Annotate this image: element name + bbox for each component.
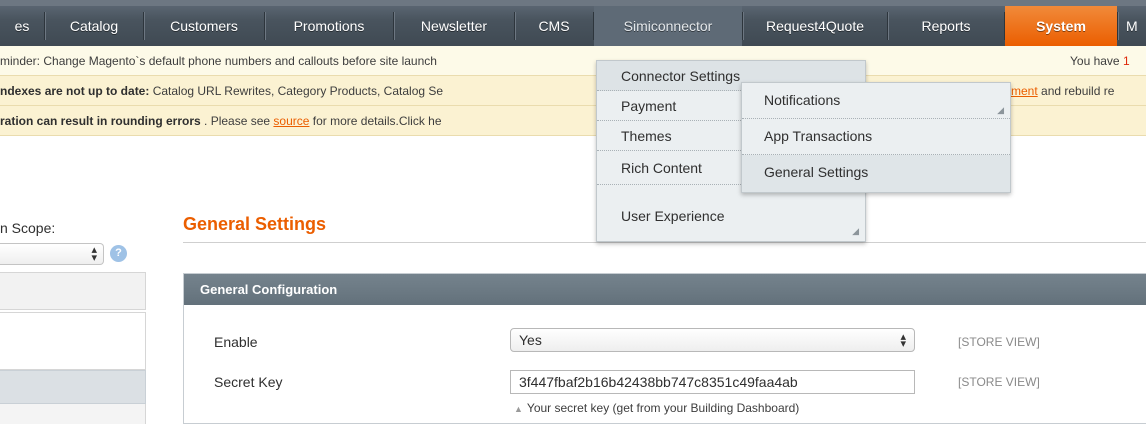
title-divider [183,242,1146,243]
notice-messages-text: You have [1070,54,1123,68]
top-nav: es Catalog Customers Promotions Newslett… [0,0,1146,46]
nav-item-reports[interactable]: Reports [888,6,1004,46]
sidebar-item-active[interactable] [0,370,146,404]
notice-reminder-text: minder: Change Magento`s default phone n… [0,54,437,68]
secret-key-scope-tag: [STORE VIEW] [958,375,1040,389]
secret-key-note-text: Your secret key (get from your Building … [526,401,800,415]
menu-item-label: User Experience [621,208,725,224]
secret-key-label: Secret Key [214,374,283,390]
page-title: General Settings [183,214,327,234]
notice-reminder: minder: Change Magento`s default phone n… [0,46,1146,76]
nav-item-request4quote[interactable]: Request4Quote [743,6,887,46]
menu-item-label: Themes [621,128,672,144]
nav-item-promotions[interactable]: Promotions [265,6,393,46]
sidebar-panel [0,312,146,370]
menu-item-label: Rich Content [621,160,702,176]
enable-select-value: Yes [519,332,542,348]
notice-index-management-link[interactable]: ment [1011,84,1038,98]
submenu-item-notifications[interactable]: Notifications ◢ [742,83,1010,119]
notice-count: 1 [1122,54,1130,68]
nav-item-customers[interactable]: Customers [144,6,264,46]
nav-item-catalog[interactable]: Catalog [45,6,143,46]
enable-select[interactable]: Yes ▴ ▾ [510,328,915,352]
nav-item-more[interactable]: M [1118,6,1146,46]
secret-key-note: ▲ Your secret key (get from your Building… [514,401,799,415]
sidebar-item[interactable] [0,404,146,424]
submenu-arrow-icon: ◢ [997,105,1004,115]
scope-label: n Scope: [0,220,56,236]
nav-item-sales[interactable]: es [0,6,44,46]
enable-scope-tag: [STORE VIEW] [958,335,1040,349]
help-icon[interactable]: ? [110,245,127,262]
notice-rounding-text: . Please see [200,114,274,128]
menu-item-label: Payment [621,98,677,114]
submenu-arrow-icon: ◢ [852,226,859,236]
sidebar-header [0,272,146,310]
submenu-item-label: Notifications [764,92,841,108]
note-triangle-icon: ▲ [514,404,523,414]
scope-select[interactable]: ▴ ▾ [0,243,104,265]
notice-indexes-bold: ndexes are not up to date: [0,84,150,98]
nav-item-simiconnector[interactable]: Simiconnector [594,6,742,46]
menu-item-user-experience[interactable]: User Experience ◢ [597,205,865,239]
enable-label: Enable [214,334,258,350]
submenu-item-label: App Transactions [764,128,873,144]
nav-item-system[interactable]: System [1005,6,1117,46]
notice-indexes-text: Catalog URL Rewrites, Category Products,… [149,84,444,98]
secret-key-input[interactable] [510,370,915,394]
submenu-item-app-transactions[interactable]: App Transactions [742,119,1010,155]
notice-rounding-after: for more details.Click he [309,114,442,128]
select-arrows-icon: ▴ ▾ [91,244,97,264]
notice-source-link[interactable]: source [273,114,309,128]
submenu-item-general-settings[interactable]: General Settings [742,155,1010,192]
notice-messages-count[interactable]: You have 1 [1070,46,1130,75]
notice-indexes-right: and rebuild re [1037,84,1115,98]
notice-rounding-bold: ration can result in rounding errors [0,114,201,128]
select-arrows-icon: ▴ ▾ [900,331,906,350]
section-header[interactable]: General Configuration [184,274,1146,305]
connector-settings-submenu: Notifications ◢ App Transactions General… [741,82,1011,193]
menu-item-label: Connector Settings [621,68,741,84]
nav-item-newsletter[interactable]: Newsletter [394,6,514,46]
nav-item-cms[interactable]: CMS [515,6,593,46]
submenu-item-label: General Settings [764,164,869,180]
